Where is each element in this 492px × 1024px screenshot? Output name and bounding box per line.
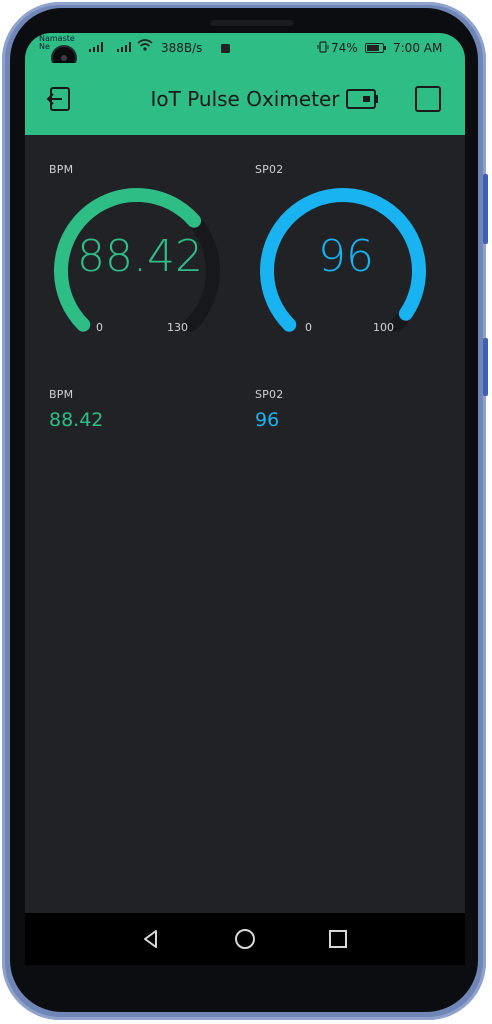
bpm-gauge-value: 88.42 <box>77 231 203 282</box>
bpm-gauge-min: 0 <box>96 321 103 334</box>
recents-icon[interactable] <box>326 927 350 951</box>
bpm-gauge-label: BPM <box>49 163 74 176</box>
bpm-gauge-max: 130 <box>167 321 188 334</box>
app-screen: Namaste Ne 388B/s 74% 7:00 AM IoT Pulse … <box>25 33 465 965</box>
battery-percent: 74% <box>331 41 358 55</box>
spo2-gauge[interactable]: 96 0 100 <box>251 181 441 351</box>
spo2-gauge-label: SP02 <box>255 163 284 176</box>
spo2-display-label: SP02 <box>255 388 284 401</box>
vibrate-icon <box>317 41 329 56</box>
clock: 7:00 AM <box>393 41 443 55</box>
status-bar: Namaste Ne 388B/s 74% 7:00 AM <box>25 33 465 69</box>
spo2-gauge-value: 96 <box>318 231 374 282</box>
bpm-display-label: BPM <box>49 388 74 401</box>
spo2-gauge-min: 0 <box>305 321 312 334</box>
back-icon[interactable] <box>139 927 163 951</box>
volume-button <box>483 174 488 244</box>
app-bar: IoT Pulse Oximeter <box>25 63 465 135</box>
spo2-display-value[interactable]: 96 <box>255 409 279 431</box>
bpm-gauge[interactable]: 88.42 0 130 <box>45 181 235 351</box>
square-icon[interactable] <box>414 85 442 113</box>
earpiece-speaker <box>210 20 294 26</box>
power-button <box>483 338 488 396</box>
wifi-icon <box>137 39 153 54</box>
navigation-bar <box>25 913 465 965</box>
app-title: IoT Pulse Oximeter <box>150 87 340 111</box>
bpm-display-value[interactable]: 88.42 <box>49 409 103 431</box>
signal-icon <box>89 41 103 55</box>
home-icon[interactable] <box>233 927 257 951</box>
signal-icon-2 <box>117 41 131 55</box>
notification-icon <box>221 42 230 56</box>
spo2-gauge-max: 100 <box>373 321 394 334</box>
network-speed: 388B/s <box>161 41 203 55</box>
battery-icon <box>365 42 387 56</box>
battery-device-icon[interactable] <box>345 85 379 113</box>
